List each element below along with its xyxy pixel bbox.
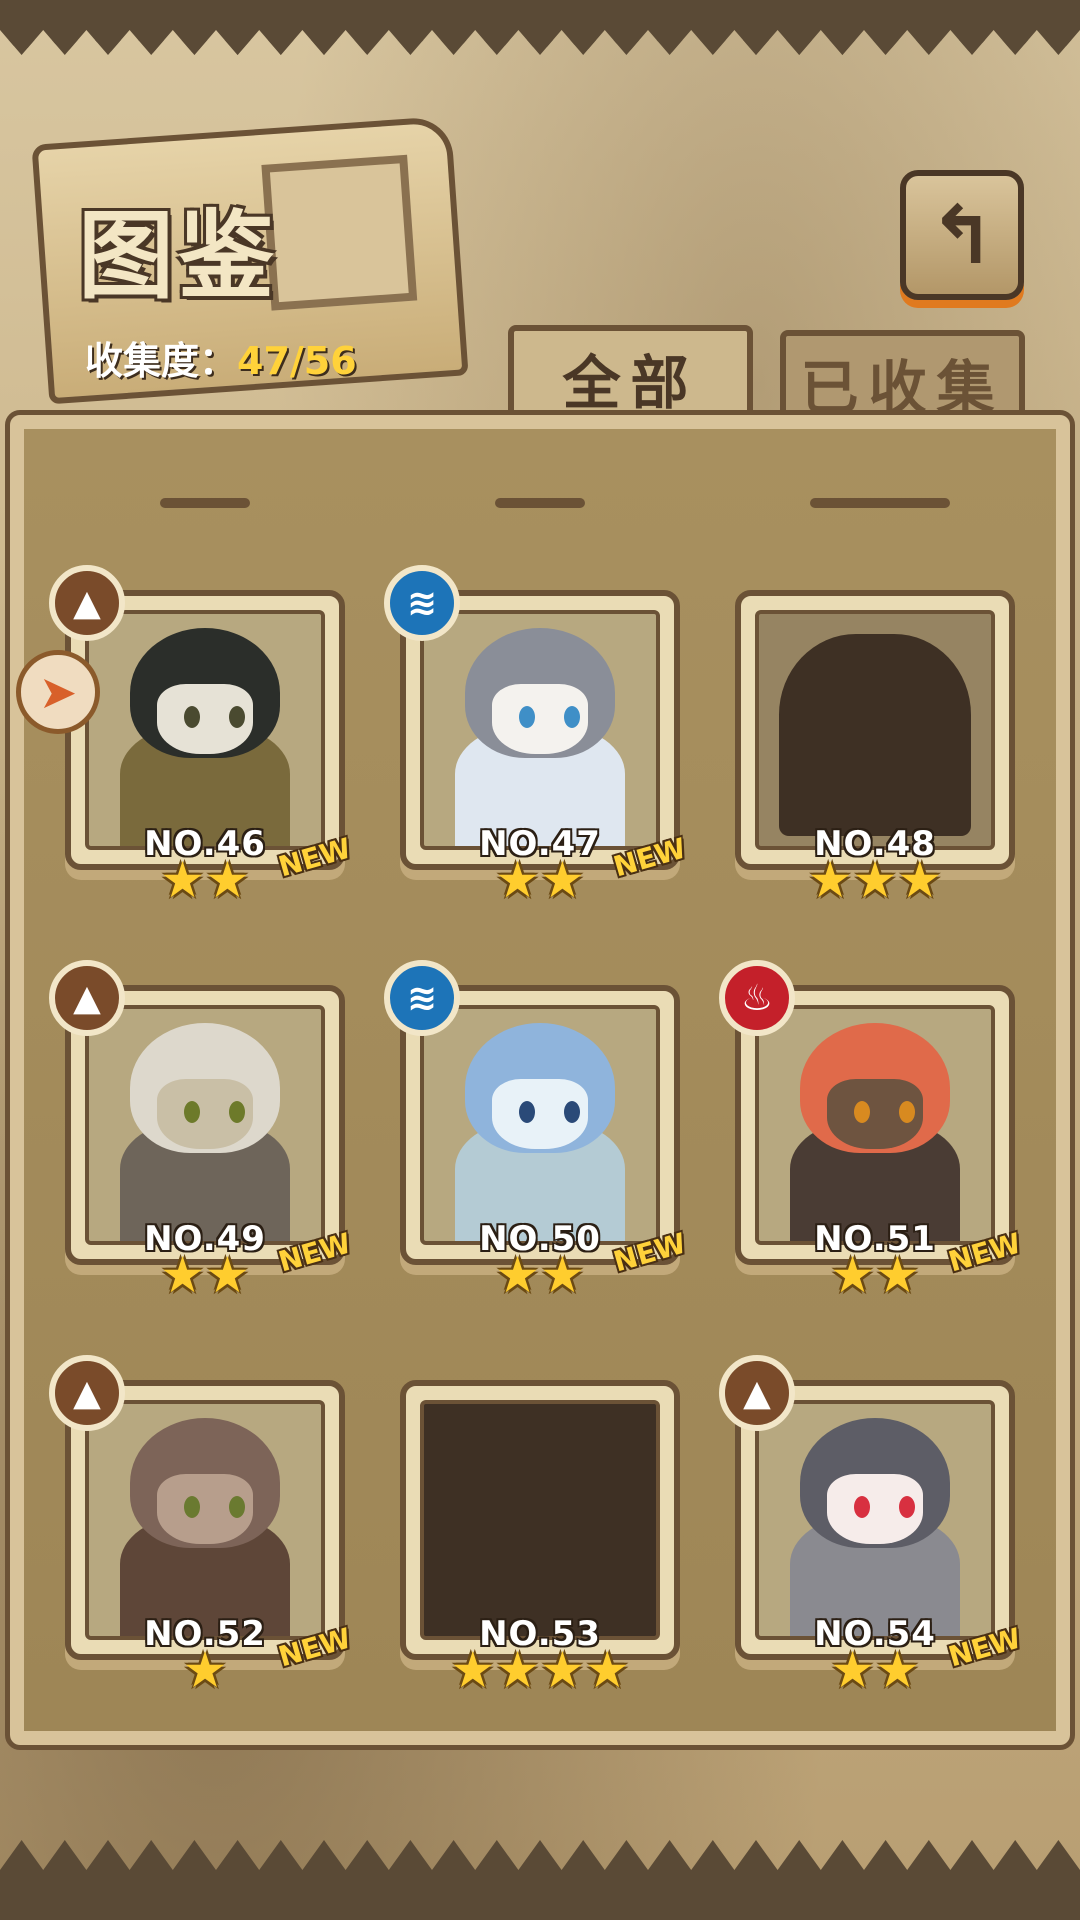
water-element-icon: ≋ <box>384 960 460 1036</box>
earth-element-icon: ▲ <box>49 960 125 1036</box>
star-icon: ★ <box>182 1641 228 1690</box>
star-rating: ★ ★ <box>735 1645 1015 1690</box>
card-grid: NO.46 NEW ★ ★ ▲ NO.47 NEW ★ ★ ≋ NO.48 ★ ★ ★ NO.49 NEW ★ ★… <box>40 540 1040 1690</box>
water-element-icon: ≋ <box>384 565 460 641</box>
monster-card[interactable]: NO.50 NEW ★ ★ ≋ <box>384 960 689 1300</box>
star-rating: ★ <box>65 1645 345 1690</box>
star-icon: ★ <box>807 851 853 909</box>
character-eye <box>564 1101 580 1123</box>
star-icon: ★ <box>495 1641 540 1690</box>
character-portrait <box>85 1400 325 1640</box>
star-icon: ★ <box>205 1246 250 1304</box>
character-eye <box>229 1101 245 1123</box>
character-portrait <box>420 1005 660 1245</box>
back-button[interactable]: ↰ <box>900 170 1024 300</box>
prev-row-edge <box>160 498 250 508</box>
character-eye <box>184 1496 200 1518</box>
collection-value: 47/56 <box>237 339 357 383</box>
star-icon: ★ <box>875 1246 920 1304</box>
star-rating: ★ ★ <box>400 855 680 905</box>
monster-card[interactable]: NO.54 NEW ★ ★ ▲ <box>719 1355 1024 1690</box>
character-eye <box>519 1101 535 1123</box>
star-rating: ★ ★ <box>400 1250 680 1300</box>
collection-progress: 收集度：47/56 <box>85 330 357 385</box>
character-portrait <box>85 610 325 850</box>
character-portrait <box>85 1005 325 1245</box>
character-eye <box>899 1101 915 1123</box>
star-icon: ★ <box>584 1641 630 1690</box>
monster-card[interactable]: NO.52 NEW ★ ▲ <box>49 1355 354 1690</box>
character-eye <box>899 1496 915 1518</box>
star-rating: ★ ★ <box>65 1250 345 1300</box>
character-eye <box>184 1101 200 1123</box>
monster-card[interactable]: NO.48 ★ ★ ★ <box>735 565 1015 905</box>
collection-label: 收集度： <box>85 339 238 383</box>
star-rating: ★ ★ ★ <box>735 855 1015 905</box>
fire-element-icon: ♨ <box>719 960 795 1036</box>
star-icon: ★ <box>495 851 540 909</box>
earth-element-icon: ▲ <box>719 1355 795 1431</box>
star-icon: ★ <box>875 1641 920 1690</box>
prev-row-edge <box>810 498 950 508</box>
monster-card[interactable]: NO.47 NEW ★ ★ ≋ <box>384 565 689 905</box>
character-eye <box>564 706 580 728</box>
star-icon: ★ <box>540 1246 585 1304</box>
character-eye <box>229 706 245 728</box>
character-portrait <box>420 610 660 850</box>
tab-all[interactable]: 全部 <box>508 325 753 425</box>
star-rating: ★ ★ <box>65 855 345 905</box>
star-icon: ★ <box>830 1641 875 1690</box>
monster-card[interactable]: NO.49 NEW ★ ★ ▲ <box>49 960 354 1300</box>
star-icon: ★ <box>495 1246 540 1304</box>
silhouette-portrait <box>755 610 995 850</box>
character-eye <box>229 1496 245 1518</box>
character-portrait <box>755 1400 995 1640</box>
star-icon: ★ <box>897 851 943 909</box>
monster-card[interactable]: NO.51 NEW ★ ★ ♨ <box>719 960 1024 1300</box>
sort-arrow-button[interactable]: ➤ <box>16 650 100 734</box>
locked-portrait <box>420 1400 660 1640</box>
monster-card[interactable]: NO.53 ★ ★ ★ ★ <box>400 1355 680 1690</box>
page-title: 图鉴 <box>78 199 278 312</box>
earth-element-icon: ▲ <box>49 565 125 641</box>
character-eye <box>519 706 535 728</box>
star-rating: ★ ★ <box>735 1250 1015 1300</box>
card-frame: NO.48 <box>735 590 1015 870</box>
character-silhouette <box>779 634 971 836</box>
star-icon: ★ <box>540 851 585 909</box>
star-icon: ★ <box>830 1246 875 1304</box>
card-frame: NO.53 <box>400 1380 680 1660</box>
character-portrait <box>755 1005 995 1245</box>
star-rating: ★ ★ ★ ★ <box>400 1645 680 1690</box>
sort-arrow-icon: ➤ <box>38 665 78 719</box>
character-eye <box>854 1101 870 1123</box>
monster-card[interactable]: NO.46 NEW ★ ★ ▲ <box>49 565 354 905</box>
star-icon: ★ <box>540 1641 585 1690</box>
character-eye <box>184 706 200 728</box>
return-arrow-icon: ↰ <box>928 188 996 282</box>
star-icon: ★ <box>205 851 250 909</box>
earth-element-icon: ▲ <box>49 1355 125 1431</box>
star-icon: ★ <box>160 851 205 909</box>
character-eye <box>854 1496 870 1518</box>
star-icon: ★ <box>852 851 898 909</box>
star-icon: ★ <box>450 1641 496 1690</box>
star-icon: ★ <box>160 1246 205 1304</box>
prev-row-edge <box>495 498 585 508</box>
